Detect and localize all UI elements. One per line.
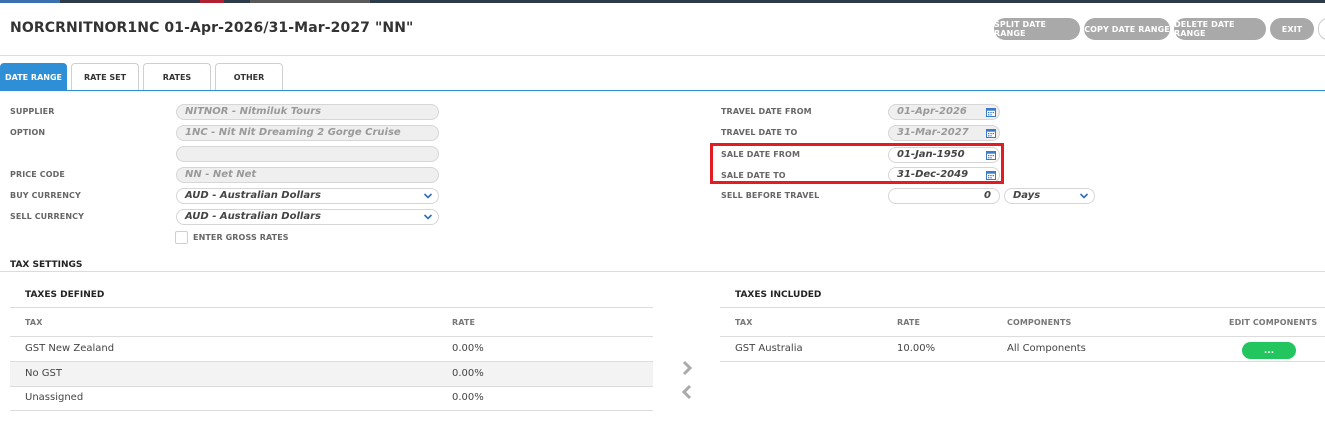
- tax-settings-divider: [0, 271, 1325, 272]
- buy-currency-label: BUY CURRENCY: [10, 191, 81, 200]
- chevron-down-icon: [423, 214, 433, 220]
- taxes-included-header-rate: RATE: [897, 318, 921, 327]
- calendar-icon[interactable]: [986, 107, 996, 117]
- taxes-included-row-tax[interactable]: GST Australia: [735, 343, 803, 354]
- table-row-background: [10, 362, 653, 386]
- taxes-included-divider: [720, 307, 1325, 308]
- delete-date-range-button[interactable]: DELETE DATE RANGE: [1174, 18, 1266, 40]
- travel-date-from-value: 01-Apr-2026: [897, 106, 967, 117]
- sale-dates-highlight-box: [710, 143, 1004, 184]
- row-divider: [10, 410, 653, 411]
- top-strip-segment: [250, 0, 370, 3]
- travel-date-from-field[interactable]: 01-Apr-2026: [888, 104, 1000, 120]
- tax-settings-heading: TAX SETTINGS: [10, 260, 83, 270]
- taxes-defined-header-rate: RATE: [452, 318, 476, 327]
- taxes-defined-header-tax: TAX: [25, 318, 43, 327]
- price-code-field: NN - Net Net: [176, 167, 439, 183]
- copy-date-range-button[interactable]: COPY DATE RANGE: [1084, 18, 1170, 40]
- extra-header-button[interactable]: [1318, 18, 1325, 40]
- taxes-defined-row-tax[interactable]: GST New Zealand: [25, 343, 114, 354]
- chevron-down-icon: [423, 193, 433, 199]
- sell-before-travel-label: SELL BEFORE TRAVEL: [721, 191, 820, 200]
- chevron-down-icon: [1079, 193, 1089, 199]
- taxes-included-row-rate: 10.00%: [897, 343, 936, 354]
- taxes-included-header-divider: [720, 336, 1325, 337]
- supplier-field: NITNOR - Nitmiluk Tours: [176, 104, 439, 120]
- exit-button[interactable]: EXIT: [1270, 18, 1314, 40]
- taxes-defined-divider: [10, 307, 653, 308]
- taxes-defined-row-rate: 0.00%: [452, 343, 484, 354]
- row-divider: [10, 386, 653, 387]
- row-divider: [720, 361, 1325, 362]
- travel-date-to-field[interactable]: 31-Mar-2027: [888, 125, 1000, 141]
- sell-currency-select[interactable]: AUD - Australian Dollars: [176, 209, 439, 225]
- taxes-included-heading: TAXES INCLUDED: [735, 290, 822, 300]
- enter-gross-rates-label: ENTER GROSS RATES: [193, 233, 289, 242]
- tab-rate-set[interactable]: RATE SET: [71, 63, 139, 91]
- sell-before-unit-select[interactable]: Days: [1004, 188, 1095, 204]
- split-date-range-button[interactable]: SPLIT DATE RANGE: [994, 18, 1080, 40]
- browser-top-strip: [0, 0, 1325, 3]
- option-label: OPTION: [10, 128, 46, 137]
- taxes-defined-header-divider: [10, 336, 653, 337]
- travel-date-to-label: TRAVEL DATE TO: [721, 128, 798, 137]
- travel-date-from-label: TRAVEL DATE FROM: [721, 107, 812, 116]
- taxes-defined-row-tax[interactable]: No GST: [25, 368, 62, 379]
- taxes-included-header-tax: TAX: [735, 318, 753, 327]
- top-strip-segment: [200, 0, 224, 3]
- sell-before-travel-input[interactable]: 0: [888, 188, 1000, 204]
- chevron-left-icon[interactable]: [680, 384, 694, 400]
- taxes-included-header-components: COMPONENTS: [1007, 318, 1072, 327]
- taxes-defined-heading: TAXES DEFINED: [25, 290, 105, 300]
- calendar-icon[interactable]: [986, 128, 996, 138]
- buy-currency-value: AUD - Australian Dollars: [185, 190, 321, 201]
- travel-date-to-value: 31-Mar-2027: [897, 127, 969, 138]
- buy-currency-select[interactable]: AUD - Australian Dollars: [176, 188, 439, 204]
- sell-currency-value: AUD - Australian Dollars: [185, 211, 321, 222]
- taxes-defined-row-tax[interactable]: Unassigned: [25, 392, 83, 403]
- taxes-included-header-edit: EDIT COMPONENTS: [1229, 318, 1318, 327]
- taxes-included-row-components: All Components: [1007, 343, 1086, 354]
- top-strip-segment: [0, 0, 60, 3]
- tab-date-range[interactable]: DATE RANGE: [0, 63, 67, 91]
- enter-gross-rates-checkbox[interactable]: [175, 231, 188, 244]
- tab-underline: [0, 90, 1325, 91]
- option-field: 1NC - Nit Nit Dreaming 2 Gorge Cruise: [176, 125, 439, 141]
- page-title: NORCRNITNOR1NC 01-Apr-2026/31-Mar-2027 "…: [10, 20, 414, 36]
- tab-rates[interactable]: RATES: [143, 63, 211, 91]
- option-secondary-field: [176, 146, 439, 162]
- supplier-label: SUPPLIER: [10, 107, 55, 116]
- tab-other[interactable]: OTHER: [215, 63, 283, 91]
- chevron-right-icon[interactable]: [680, 360, 694, 376]
- edit-components-button[interactable]: ...: [1242, 342, 1296, 359]
- taxes-defined-row-rate: 0.00%: [452, 392, 484, 403]
- sell-before-unit-value: Days: [1013, 190, 1041, 201]
- taxes-defined-row-rate: 0.00%: [452, 368, 484, 379]
- sell-currency-label: SELL CURRENCY: [10, 212, 85, 221]
- header-divider: [0, 55, 1325, 56]
- price-code-label: PRICE CODE: [10, 170, 65, 179]
